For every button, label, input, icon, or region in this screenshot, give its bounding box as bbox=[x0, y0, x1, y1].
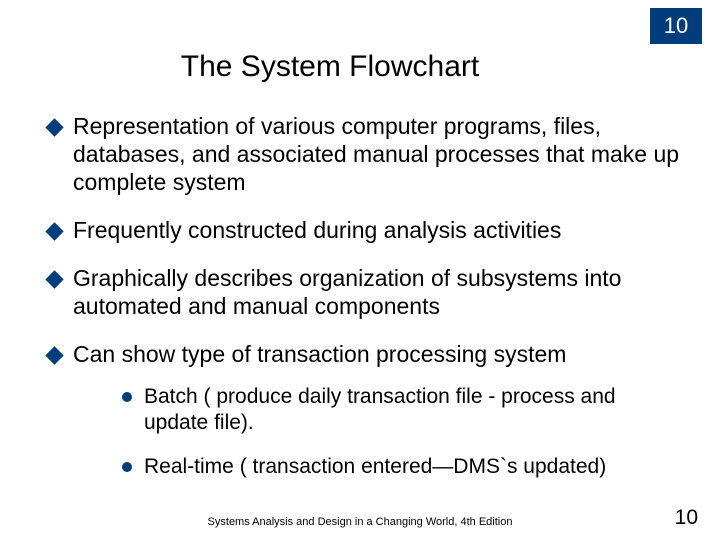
slide-title: The System Flowchart bbox=[0, 0, 720, 112]
sub-bullet-text: Real-time ( transaction entered—DMS`s up… bbox=[144, 454, 650, 480]
sub-bullet-text: Batch ( produce daily transaction file -… bbox=[144, 384, 650, 435]
bullet-item: Frequently constructed during analysis a… bbox=[48, 216, 680, 244]
bullet-item: Representation of various computer progr… bbox=[48, 112, 680, 196]
bullet-item: Graphically describes organization of su… bbox=[48, 264, 680, 320]
diamond-bullet-icon bbox=[45, 270, 63, 288]
content-area: Representation of various computer progr… bbox=[0, 112, 720, 479]
slide-number-top: 10 bbox=[664, 13, 688, 39]
diamond-bullet-icon bbox=[45, 118, 63, 136]
circle-bullet-icon bbox=[122, 392, 132, 402]
sub-bullet-item: Batch ( produce daily transaction file -… bbox=[122, 384, 650, 435]
slide-number-box: 10 bbox=[650, 8, 702, 44]
bullet-item: Can show type of transaction processing … bbox=[48, 340, 680, 368]
diamond-bullet-icon bbox=[45, 222, 63, 240]
bullet-text: Can show type of transaction processing … bbox=[73, 340, 680, 368]
bullet-text: Representation of various computer progr… bbox=[73, 112, 680, 196]
circle-bullet-icon bbox=[122, 462, 132, 472]
sub-bullet-item: Real-time ( transaction entered—DMS`s up… bbox=[122, 454, 650, 480]
footer-page-number: 10 bbox=[675, 506, 698, 530]
sub-bullet-list: Batch ( produce daily transaction file -… bbox=[48, 384, 680, 479]
footer-citation: Systems Analysis and Design in a Changin… bbox=[0, 516, 720, 528]
diamond-bullet-icon bbox=[45, 347, 63, 365]
bullet-text: Graphically describes organization of su… bbox=[73, 264, 680, 320]
bullet-text: Frequently constructed during analysis a… bbox=[73, 216, 680, 244]
